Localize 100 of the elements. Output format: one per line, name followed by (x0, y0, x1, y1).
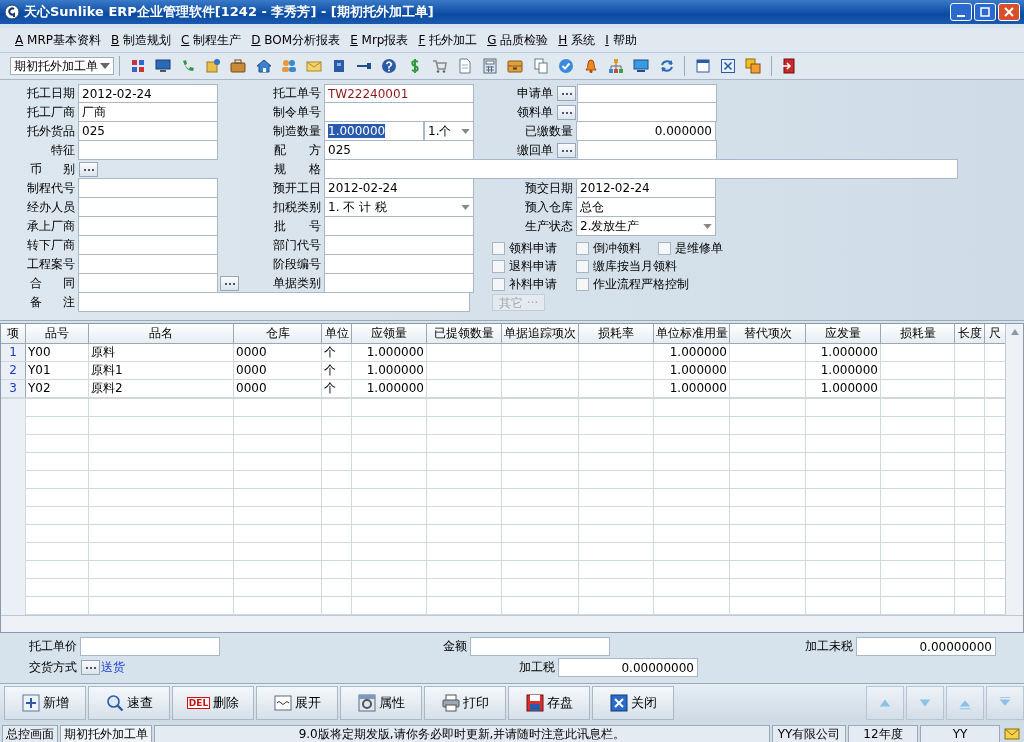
close-icon[interactable] (719, 58, 736, 74)
quantity-field[interactable]: 1.000000 (324, 121, 424, 141)
status-home[interactable]: 总控画面 (2, 725, 58, 742)
expand-button[interactable]: 展开 (256, 686, 338, 720)
document-icon[interactable] (457, 58, 474, 74)
text-field[interactable] (577, 102, 717, 122)
menu-item[interactable]: D BOM分析报表 (246, 31, 346, 49)
text-field[interactable] (78, 273, 218, 293)
dropdown-field[interactable]: 2.发放生产 (576, 216, 716, 236)
text-field[interactable]: 厂商 (78, 102, 218, 122)
column-header[interactable]: 应领量 (352, 324, 427, 344)
lookup-button[interactable] (557, 143, 576, 158)
text-field[interactable] (324, 102, 474, 122)
text-field[interactable]: 025 (78, 121, 218, 141)
vertical-scrollbar[interactable] (1005, 324, 1023, 615)
text-field[interactable] (324, 159, 958, 179)
up-button[interactable] (866, 686, 904, 720)
menu-item[interactable]: H 系统 (553, 31, 601, 49)
add-button[interactable]: 新增 (4, 686, 86, 720)
column-header[interactable]: 单位 (322, 324, 352, 344)
horizontal-scrollbar[interactable] (1, 615, 1023, 632)
text-field[interactable] (324, 254, 474, 274)
lookup-button[interactable] (81, 660, 100, 675)
envelope-icon[interactable] (1004, 727, 1020, 741)
text-field[interactable] (78, 197, 218, 217)
column-header[interactable]: 损耗量 (881, 324, 955, 344)
search-button[interactable]: 速查 (88, 686, 170, 720)
maximize-button[interactable] (974, 3, 996, 21)
text-field[interactable]: 2012-02-24 (576, 178, 716, 198)
calculator-icon[interactable] (482, 58, 499, 74)
menu-item[interactable]: I 帮助 (600, 31, 642, 49)
text-field[interactable] (80, 637, 220, 656)
minimize-button[interactable] (950, 3, 972, 21)
text-field[interactable] (324, 235, 474, 255)
exit-icon[interactable] (781, 58, 798, 74)
menu-item[interactable]: F 托外加工 (413, 31, 483, 49)
people-icon[interactable] (280, 58, 297, 74)
text-field[interactable] (577, 140, 717, 160)
option-checkbox[interactable]: 是维修单 (658, 239, 723, 257)
info-icon[interactable] (205, 58, 222, 74)
first-button[interactable] (946, 686, 984, 720)
bell-icon[interactable] (582, 58, 599, 74)
option-checkbox[interactable]: 倒冲领料 (576, 239, 652, 257)
cart-icon[interactable] (431, 58, 448, 74)
close-button[interactable]: 关闭 (592, 686, 674, 720)
column-header[interactable]: 单位标准用量 (654, 324, 730, 344)
squares-icon[interactable] (745, 58, 762, 74)
briefcase-icon[interactable] (230, 58, 247, 74)
menu-item[interactable]: A MRP基本资料 (10, 31, 106, 49)
column-header[interactable]: 品号 (26, 324, 89, 344)
menu-item[interactable]: E Mrp报表 (345, 31, 414, 49)
check-icon[interactable] (557, 58, 574, 74)
monitor-icon[interactable] (633, 58, 650, 74)
grid-icon[interactable] (129, 58, 146, 74)
text-field[interactable]: 025 (324, 140, 474, 160)
column-header[interactable]: 单据追踪项次 (502, 324, 579, 344)
lookup-button[interactable] (220, 276, 239, 291)
column-header[interactable]: 已提领数量 (427, 324, 502, 344)
text-field[interactable] (78, 178, 218, 198)
lookup-button[interactable] (557, 86, 576, 101)
column-header[interactable]: 损耗率 (579, 324, 654, 344)
refresh-icon[interactable] (658, 58, 675, 74)
drawer-icon[interactable] (507, 58, 524, 74)
copy-icon[interactable] (532, 58, 549, 74)
text-field[interactable] (324, 273, 474, 293)
question-icon[interactable] (381, 58, 398, 74)
monitor-icon[interactable] (154, 58, 171, 74)
text-field[interactable] (324, 216, 474, 236)
print-button[interactable]: 打印 (424, 686, 506, 720)
house-icon[interactable] (255, 58, 272, 74)
dropdown-field[interactable]: 1. 不 计 税 (324, 197, 474, 217)
text-field[interactable]: 2012-02-24 (324, 178, 474, 198)
option-checkbox[interactable]: 退料申请 (492, 257, 570, 275)
hierarchy-icon[interactable] (608, 58, 625, 74)
text-field[interactable] (78, 216, 218, 236)
props-button[interactable]: 属性 (340, 686, 422, 720)
column-header[interactable]: 品名 (89, 324, 234, 344)
text-field[interactable] (78, 140, 218, 160)
text-field[interactable]: 总仓 (576, 197, 716, 217)
menu-item[interactable]: G 品质检验 (482, 31, 554, 49)
option-checkbox[interactable]: 领料申请 (492, 239, 570, 257)
option-checkbox[interactable]: 作业流程严格控制 (576, 275, 689, 293)
save-button[interactable]: 存盘 (508, 686, 590, 720)
menu-item[interactable]: B 制造规划 (105, 31, 177, 49)
lookup-button[interactable] (79, 162, 98, 177)
last-button[interactable] (986, 686, 1024, 720)
envelope-icon[interactable] (305, 58, 322, 74)
text-field[interactable] (470, 637, 610, 656)
lookup-button[interactable] (557, 105, 576, 120)
column-header[interactable]: 替代项次 (730, 324, 806, 344)
option-checkbox[interactable]: 缴库按当月领料 (576, 257, 677, 275)
close-button[interactable] (998, 3, 1020, 21)
status-current-form[interactable]: 期初托外加工单 (60, 725, 152, 742)
form-select[interactable]: 期初托外加工单 (10, 57, 114, 75)
column-header[interactable]: 长度 (955, 324, 985, 344)
down-button[interactable] (906, 686, 944, 720)
window-icon[interactable] (694, 58, 711, 74)
text-field[interactable] (78, 254, 218, 274)
column-header[interactable]: 尺 (985, 324, 1005, 344)
column-header[interactable]: 应发量 (806, 324, 881, 344)
